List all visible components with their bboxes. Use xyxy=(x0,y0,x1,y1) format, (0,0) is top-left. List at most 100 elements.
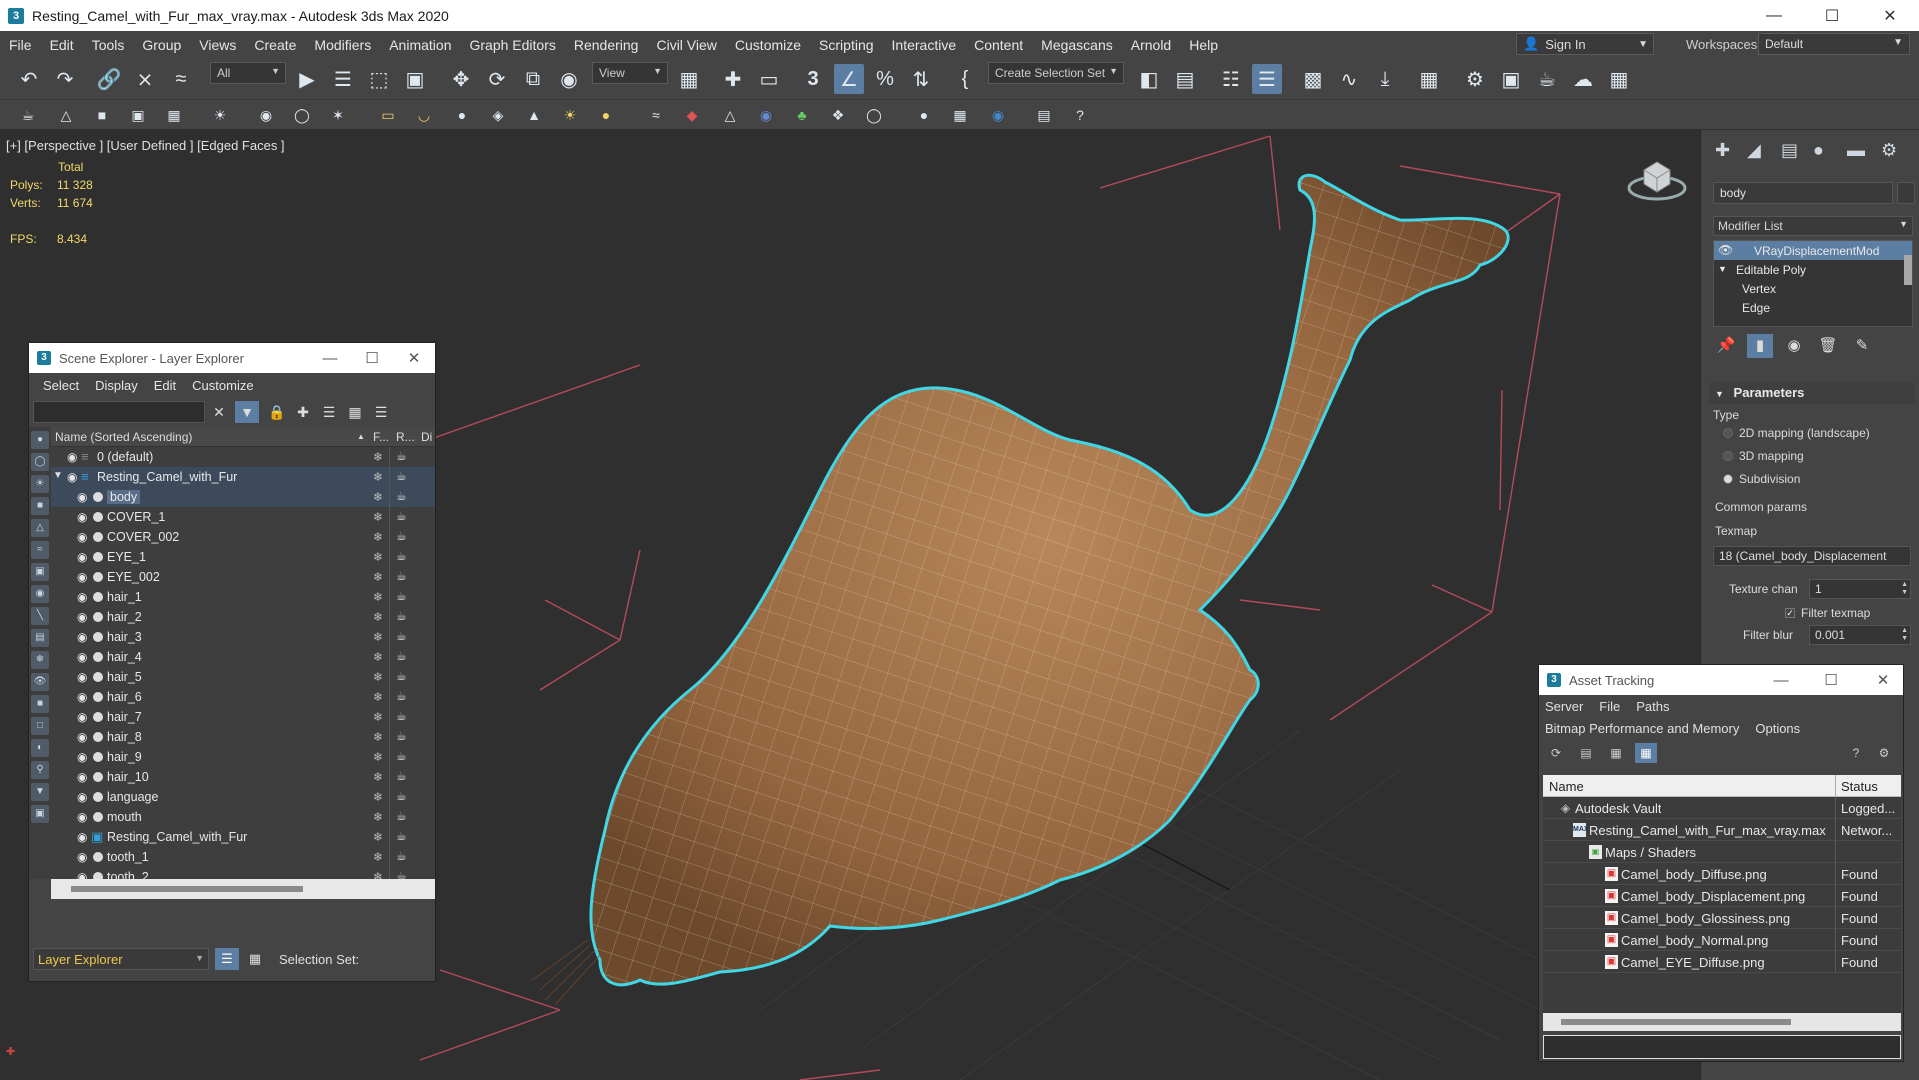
freeze-icon[interactable]: ❄ xyxy=(373,550,383,564)
select-manipulate-icon[interactable]: ✚ xyxy=(718,64,748,94)
renderable-teapot-icon[interactable]: ☕ xyxy=(396,549,407,563)
asset-row[interactable]: ▣ Camel_body_Displacement.png Found xyxy=(1543,885,1901,907)
object-name-field[interactable]: body xyxy=(1713,182,1893,204)
stack-item-editable-poly[interactable]: ▼ Editable Poly xyxy=(1714,260,1912,279)
render-setup-icon[interactable]: ⚙ xyxy=(1460,64,1490,94)
renderable-teapot-icon[interactable]: ☕ xyxy=(396,769,407,783)
freeze-icon[interactable]: ❄ xyxy=(373,690,383,704)
scene-explorer-row[interactable]: ◉ hair_6 ❄ ☕ xyxy=(51,687,435,707)
spacewarp-filter-icon[interactable]: ≈ xyxy=(31,541,49,559)
renderable-teapot-icon[interactable]: ☕ xyxy=(396,489,407,503)
visibility-eye-icon[interactable]: ◉ xyxy=(77,490,87,504)
freeze-icon[interactable]: ❄ xyxy=(373,650,383,664)
asset-row[interactable]: ▣ Camel_body_Glossiness.png Found xyxy=(1543,907,1901,929)
at-menu-paths[interactable]: Paths xyxy=(1636,699,1675,714)
asset-row[interactable]: ▣ Camel_body_Diffuse.png Found xyxy=(1543,863,1901,885)
close-icon[interactable]: ✕ xyxy=(393,343,435,373)
vray-ies-icon[interactable]: ▲ xyxy=(522,103,546,127)
edit-named-selection-icon[interactable]: { xyxy=(950,64,980,94)
menu-create[interactable]: Create xyxy=(245,37,305,53)
minimize-icon[interactable]: — xyxy=(309,343,351,373)
scene-explorer-row[interactable]: ◉ hair_7 ❄ ☕ xyxy=(51,707,435,727)
se-menu-select[interactable]: Select xyxy=(35,378,87,393)
at-menu-file[interactable]: File xyxy=(1599,699,1626,714)
freeze-icon[interactable]: ❄ xyxy=(373,590,383,604)
freeze-icon[interactable]: ❄ xyxy=(373,610,383,624)
texture-channel-spinner[interactable]: 1 ▲ ▼ xyxy=(1809,579,1911,599)
se-menu-edit[interactable]: Edit xyxy=(146,378,184,393)
radio-3d-mapping[interactable] xyxy=(1723,451,1733,461)
stack-item-vraydisplacementmod[interactable]: 👁 VRayDisplacementMod xyxy=(1714,241,1912,260)
hierarchy-tab-icon[interactable]: ▤ xyxy=(1781,140,1798,161)
se-menu-customize[interactable]: Customize xyxy=(184,378,261,393)
scene-explorer-row[interactable]: ◉ hair_3 ❄ ☕ xyxy=(51,627,435,647)
selection-filter-dropdown[interactable]: All ▼ xyxy=(210,62,286,84)
column-frozen[interactable]: F... xyxy=(373,430,389,444)
horizontal-scrollbar[interactable] xyxy=(51,879,435,899)
window-crossing-icon[interactable]: ▣ xyxy=(400,64,430,94)
scene-explorer-search-input[interactable] xyxy=(33,401,205,423)
freeze-icon[interactable]: ❄ xyxy=(373,470,383,484)
container-filter-icon[interactable]: ▤ xyxy=(31,629,49,647)
toggle-scene-explorer-icon[interactable]: ☷ xyxy=(1216,64,1246,94)
scene-explorer-titlebar[interactable]: 3 Scene Explorer - Layer Explorer — ☐ ✕ xyxy=(29,343,435,373)
menu-group[interactable]: Group xyxy=(133,37,190,53)
modifier-list-dropdown[interactable]: Modifier List ▼ xyxy=(1713,216,1913,236)
pivot-center-icon[interactable]: ▦ xyxy=(674,64,704,94)
configure-modifier-sets-icon[interactable]: ✎ xyxy=(1849,334,1875,358)
renderable-teapot-icon[interactable]: ☕ xyxy=(396,729,407,743)
sign-in-dropdown[interactable]: 👤 Sign In ▼ xyxy=(1516,33,1654,55)
asset-row[interactable]: ▣ Camel_body_Normal.png Found xyxy=(1543,929,1901,951)
vray-decal-icon[interactable]: ❖ xyxy=(826,103,850,127)
menu-file[interactable]: File xyxy=(0,37,41,53)
light-icon[interactable]: ☀ xyxy=(208,103,232,127)
display-tab-icon[interactable]: ▬ xyxy=(1847,140,1865,161)
pin-stack-icon[interactable]: 📌 xyxy=(1713,334,1739,358)
remove-modifier-icon[interactable]: 🗑 xyxy=(1815,334,1841,358)
maximize-icon[interactable]: ☐ xyxy=(1811,665,1851,695)
stack-scrollbar[interactable] xyxy=(1904,255,1912,285)
bind-space-warp-icon[interactable]: ≈ xyxy=(166,64,196,94)
renderable-teapot-icon[interactable]: ☕ xyxy=(396,829,407,843)
renderable-teapot-icon[interactable]: ☕ xyxy=(396,589,407,603)
helper-icon[interactable]: ◯ xyxy=(290,103,314,127)
renderable-teapot-icon[interactable]: ☕ xyxy=(396,449,407,463)
spinner-arrows-icon[interactable]: ▲ ▼ xyxy=(1901,627,1908,643)
grid-icon[interactable]: ▦ xyxy=(162,103,186,127)
menu-arnold[interactable]: Arnold xyxy=(1122,37,1180,53)
visibility-eye-icon[interactable]: ◉ xyxy=(77,510,87,524)
object-color-swatch[interactable] xyxy=(1897,182,1915,204)
visibility-eye-icon[interactable]: ◉ xyxy=(77,630,87,644)
toggle-ribbon-icon[interactable]: ▩ xyxy=(1298,64,1328,94)
renderable-teapot-icon[interactable]: ☕ xyxy=(396,509,407,523)
utilities-tab-icon[interactable]: ⚙ xyxy=(1881,140,1897,161)
motion-tab-icon[interactable]: ● xyxy=(1813,140,1824,161)
tree-view-icon[interactable]: ▦ xyxy=(1605,743,1627,763)
link-icon[interactable]: 🔗 xyxy=(94,64,124,94)
scene-explorer-row[interactable]: ◉ hair_4 ❄ ☕ xyxy=(51,647,435,667)
group-filter-icon[interactable]: ▣ xyxy=(31,563,49,581)
visibility-eye-icon[interactable]: ◉ xyxy=(77,550,87,564)
asset-row[interactable]: ◈ Autodesk Vault Logged... xyxy=(1543,797,1901,819)
scene-explorer-row[interactable]: ◉ ▣ Resting_Camel_with_Fur ❄ ☕ xyxy=(51,827,435,847)
close-icon[interactable]: ✕ xyxy=(1861,0,1919,31)
visibility-eye-icon[interactable]: ◉ xyxy=(77,770,87,784)
minimize-icon[interactable]: — xyxy=(1761,665,1801,695)
bone-filter-icon[interactable]: ╲ xyxy=(31,607,49,625)
helper-filter-icon[interactable]: △ xyxy=(31,519,49,537)
visibility-eye-icon[interactable]: ◉ xyxy=(77,530,87,544)
material-editor-icon[interactable]: ▦ xyxy=(1414,64,1444,94)
menu-tools[interactable]: Tools xyxy=(83,37,134,53)
filter-texmap-checkbox[interactable]: ✓ xyxy=(1785,608,1795,618)
menu-graph-editors[interactable]: Graph Editors xyxy=(460,37,564,53)
settings-icon[interactable]: ⚙ xyxy=(1873,743,1895,763)
maximize-icon[interactable]: ☐ xyxy=(1803,0,1861,31)
column-display[interactable]: Di xyxy=(421,430,432,444)
renderable-teapot-icon[interactable]: ☕ xyxy=(396,609,407,623)
visibility-eye-icon[interactable]: ◉ xyxy=(67,450,77,464)
visibility-eye-icon[interactable]: ◉ xyxy=(77,810,87,824)
vray-mesh-icon[interactable]: ◈ xyxy=(486,103,510,127)
rectangular-selection-icon[interactable]: ⬚ xyxy=(364,64,394,94)
asset-tracking-titlebar[interactable]: 3 Asset Tracking — ☐ ✕ xyxy=(1539,665,1903,695)
render-production-icon[interactable]: ☕ xyxy=(1532,64,1562,94)
